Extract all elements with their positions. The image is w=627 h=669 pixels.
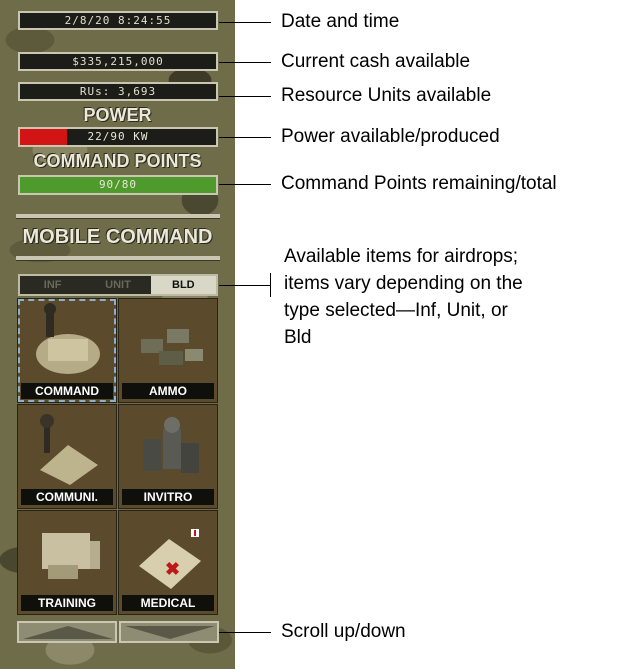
svg-text:✖: ✖ [165,559,180,579]
callout-resources: Resource Units available [281,85,492,106]
tab-unit[interactable]: UNIT [85,276,150,294]
divider [16,256,220,261]
callout-line [219,632,271,633]
command-points-heading: COMMAND POINTS [33,151,202,171]
callout-power: Power available/produced [281,126,500,147]
command-points-value: 90/80 [98,178,138,191]
category-tabs: INF UNIT BLD [18,274,218,296]
item-label: MEDICAL [122,595,214,611]
callout-line [219,184,271,185]
scroll-buttons [17,621,219,643]
callout-date-time: Date and time [281,11,400,32]
power-value: 22/90 KW [87,130,149,143]
callout-line [219,22,271,23]
item-label: AMMO [122,383,214,399]
item-command[interactable]: COMMAND [17,298,117,403]
divider [16,214,220,219]
power-heading: POWER [83,105,152,125]
item-communi[interactable]: COMMUNI. [17,404,117,509]
hud-panel: 2/8/20 8:24:55 $335,215,000 RUs: 3,693 P… [0,0,235,669]
callout-line [219,285,271,286]
item-medical[interactable]: ✖ MEDICAL [118,510,218,615]
item-training[interactable]: TRAINING [17,510,117,615]
mobile-command-title: MOBILE COMMAND [22,226,213,248]
chevron-down-icon [125,626,215,639]
callout-cash: Current cash available [281,51,471,72]
callout-airdrops-line3: type selected—Inf, Unit, or [284,300,508,321]
tab-inf[interactable]: INF [20,276,85,294]
callout-airdrops-line4: Bld [284,327,312,348]
callout-line [219,62,271,63]
callout-airdrops-line1: Available items for airdrops; [284,246,519,267]
chevron-up-icon [23,626,113,639]
airdrop-item-grid: COMMAND AMMO COMMUNI. INVITRO TRAINING ✖… [17,298,219,620]
scroll-up-button[interactable] [17,621,117,643]
callout-airdrops-line2: items vary depending on the [284,273,523,294]
cash-display: $335,215,000 [18,52,218,71]
resources-display: RUs: 3,693 [18,82,218,101]
item-label: TRAINING [21,595,113,611]
item-label: COMMAND [21,383,113,399]
date-time-display: 2/8/20 8:24:55 [18,11,218,30]
power-meter: 22/90 KW [18,127,218,147]
callout-command-points: Command Points remaining/total [281,173,557,194]
item-invitro[interactable]: INVITRO [118,404,218,509]
scroll-down-button[interactable] [119,621,219,643]
tab-bld[interactable]: BLD [150,276,216,294]
callout-line [219,96,271,97]
command-points-meter: 90/80 [18,175,218,195]
item-ammo[interactable]: AMMO [118,298,218,403]
callout-bracket [270,273,271,297]
item-label: COMMUNI. [21,489,113,505]
item-label: INVITRO [122,489,214,505]
callout-scroll: Scroll up/down [281,621,406,642]
callout-line [219,137,271,138]
